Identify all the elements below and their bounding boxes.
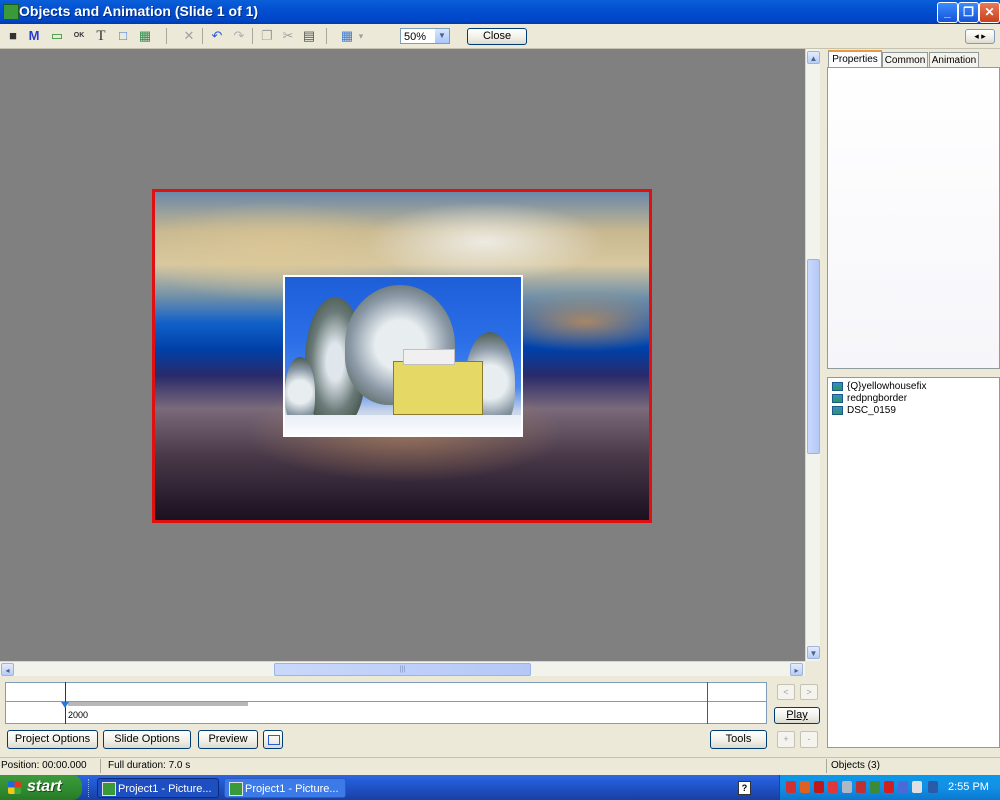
vertical-scroll-thumb[interactable] [807,259,820,454]
duration-status: Full duration: 7.0 s [108,760,191,771]
close-window-button[interactable]: ✕ [979,2,1000,23]
status-separator [100,759,101,773]
zoom-value: 50% [404,31,427,43]
horizontal-scroll-thumb[interactable]: ||| [274,663,531,676]
object-name: DSC_0159 [847,405,896,416]
restore-button[interactable]: ❐ [958,2,979,23]
clock: 2:55 PM [948,781,989,793]
slide-options-button[interactable]: Slide Options [103,730,191,749]
help-icon[interactable]: ? [738,781,751,795]
panel-nav-button[interactable]: ◂ ▸ [965,29,995,44]
quicklaunch-grip[interactable] [88,779,92,797]
status-separator [826,759,827,773]
image-icon[interactable]: ▦ [136,27,154,45]
tray-icon[interactable] [870,781,880,793]
tray-icon[interactable] [898,781,908,793]
paste-icon[interactable]: ▤ [300,27,318,45]
scroll-right-button[interactable]: ▸ [790,663,803,676]
timeline-object-bar[interactable] [68,702,248,706]
keyframe-label: 2000 [68,710,89,720]
start-button[interactable]: start [0,775,82,800]
tray-icon[interactable] [800,781,810,793]
window-title: Objects and Animation (Slide 1 of 1) [19,3,259,19]
tools-button[interactable]: Tools [710,730,767,749]
object-name: redpngborder [847,393,908,404]
list-item[interactable]: DSC_0159 [832,404,896,417]
tray-icon[interactable] [814,781,824,793]
objects-count-status: Objects (3) [831,760,880,771]
tray-icon[interactable] [884,781,894,793]
start-label: start [27,778,62,795]
chevron-down-icon: ▼ [435,29,449,43]
button-icon[interactable]: OK [70,27,88,45]
preview-button[interactable]: Preview [198,730,258,749]
scroll-up-button[interactable]: ▲ [807,51,820,64]
toolbar-separator [326,28,327,44]
toolbar-separator [166,28,167,44]
frame-icon[interactable]: ▭ [48,27,66,45]
app-icon [102,782,116,796]
tab-animation[interactable]: Animation [929,52,979,68]
mask-icon[interactable]: M [25,27,43,45]
app-icon [229,782,243,796]
minimize-button[interactable]: _ [937,2,958,23]
taskbar-item-label: Project1 - Picture... [118,783,212,795]
cut-icon[interactable]: ✂ [279,27,297,45]
zoom-select[interactable]: 50% ▼ [400,28,450,44]
vertical-scrollbar[interactable]: ▲ ▼ [805,49,820,661]
tray-icon[interactable] [842,781,852,793]
toolbar-separator [202,28,203,44]
text-icon[interactable]: T [92,27,110,45]
project-options-button[interactable]: Project Options [7,730,98,749]
copy-icon[interactable]: ❐ [258,27,276,45]
fullscreen-preview-button[interactable] [263,730,283,749]
chevron-left-icon: ◂ [974,31,979,41]
image-icon [832,393,843,403]
remove-button[interactable]: - [800,731,818,748]
keyframe-marker-icon[interactable] [61,702,69,708]
horizontal-scrollbar[interactable]: ◂ ||| ▸ [0,661,805,676]
scroll-down-button[interactable]: ▼ [807,646,820,659]
grid-icon[interactable]: ▦ [338,27,356,45]
chevron-right-icon: ▸ [981,31,986,41]
image-icon [832,381,843,391]
tray-icon[interactable] [928,781,938,793]
status-bar: Position: 00:00.000 Full duration: 7.0 s… [0,757,1000,775]
redo-icon[interactable]: ↷ [230,27,248,45]
tab-common[interactable]: Common [882,52,928,68]
house-photo[interactable] [283,275,523,437]
properties-pane [827,67,1000,369]
play-button[interactable]: Play [774,707,820,724]
delete-icon[interactable]: ✕ [180,27,198,45]
next-keyframe-button[interactable]: > [800,684,818,700]
tab-properties[interactable]: Properties [828,50,882,68]
timeline-end-marker[interactable] [707,682,708,724]
object-name: {Q}yellowhousefix [847,381,927,392]
objects-list[interactable]: {Q}yellowhousefix redpngborder DSC_0159 [827,377,1000,748]
tray-icon[interactable] [828,781,838,793]
add-button[interactable]: + [777,731,795,748]
tray-icon[interactable] [912,781,922,793]
taskbar-item[interactable]: Project1 - Picture... [224,778,346,798]
prev-keyframe-button[interactable]: < [777,684,795,700]
taskbar-item[interactable]: Project1 - Picture... [97,778,219,798]
close-button[interactable]: Close [467,28,527,45]
scroll-corner [805,661,820,676]
scroll-left-button[interactable]: ◂ [1,663,14,676]
toolbar-separator [252,28,253,44]
monitor-icon [268,735,280,745]
tray-icon[interactable] [786,781,796,793]
tray-icon[interactable] [856,781,866,793]
app-icon [3,4,19,20]
rectangle-icon[interactable]: □ [114,27,132,45]
image-icon [832,405,843,415]
taskbar-item-label: Project1 - Picture... [245,783,339,795]
camera-icon[interactable]: ■ [4,27,22,45]
grid-dropdown-icon[interactable]: ▾ [356,27,366,45]
windows-logo-icon [8,781,21,794]
position-status: Position: 00:00.000 [1,760,87,771]
title-bar: Objects and Animation (Slide 1 of 1) _ ❐… [0,0,1000,24]
undo-icon[interactable]: ↶ [208,27,226,45]
